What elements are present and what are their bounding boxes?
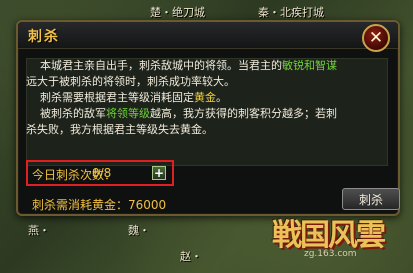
map-city-label[interactable]: 赵・ — [180, 248, 202, 264]
add-count-button[interactable]: + — [152, 166, 166, 180]
desc-highlight: 将领等级 — [106, 107, 150, 120]
cost-line: 刺杀需消耗黄金：76000 — [32, 196, 166, 213]
game-logo: 戦国风雲 — [272, 218, 386, 253]
map-city-label[interactable]: 燕・ — [28, 222, 50, 238]
desc-line: 本城君主亲自出手，刺杀敌城中的将领。当君主的 — [40, 59, 282, 72]
desc-line: 。 — [216, 91, 227, 104]
map-city-label[interactable]: 楚・绝刀城 — [150, 4, 205, 20]
assassinate-dialog: 刺杀 ✕ 本城君主亲自出手，刺杀敌城中的将领。当君主的敏锐和智谋 远大于被刺杀的… — [16, 20, 400, 216]
desc-line: 越高，我方获得的刺客积分越多；若刺 — [150, 107, 337, 120]
desc-line: 被刺杀的敌军 — [40, 107, 106, 120]
count-value: 0/8 — [92, 166, 112, 180]
description-text: 本城君主亲自出手，刺杀敌城中的将领。当君主的敏锐和智谋 远大于被刺杀的将领时，刺… — [26, 58, 382, 138]
desc-highlight: 黄金 — [194, 91, 216, 104]
assassinate-button[interactable]: 刺杀 — [342, 188, 400, 210]
map-city-label[interactable]: 秦・北疾打城 — [258, 4, 324, 20]
desc-line: 远大于被刺杀的将领时，刺杀成功率较大。 — [26, 75, 235, 88]
desc-line: 杀失败，我方根据君主等级失去黄金。 — [26, 123, 213, 136]
dialog-title: 刺杀 — [28, 29, 60, 45]
cost-label: 刺杀需消耗黄金： — [32, 198, 129, 212]
game-logo-url: zg.163.com — [304, 249, 357, 259]
close-icon: ✕ — [368, 27, 384, 48]
desc-highlight: 敏锐和智谋 — [282, 59, 337, 72]
cost-value: 76000 — [128, 198, 167, 212]
map-city-label[interactable]: 魏・ — [128, 222, 150, 238]
desc-line: 刺杀需要根据君主等级消耗固定 — [40, 91, 194, 104]
plus-icon: + — [153, 166, 165, 180]
close-button[interactable]: ✕ — [362, 24, 390, 52]
dialog-title-bar[interactable]: 刺杀 — [18, 22, 398, 49]
